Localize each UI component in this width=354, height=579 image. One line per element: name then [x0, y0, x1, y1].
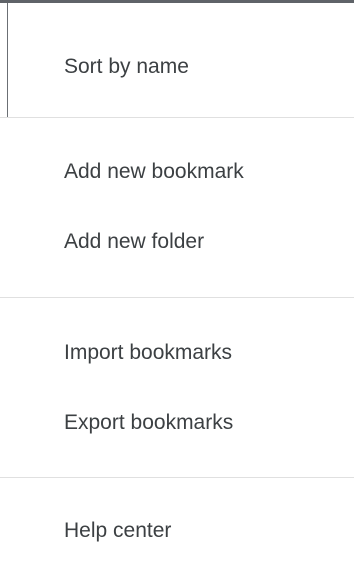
- menu-item-add-new-folder[interactable]: Add new folder: [64, 222, 204, 262]
- menu-divider: [0, 117, 354, 118]
- menu-item-sort-by-name[interactable]: Sort by name: [64, 47, 189, 87]
- menu-item-add-new-bookmark[interactable]: Add new bookmark: [64, 152, 244, 192]
- menu-divider: [0, 297, 354, 298]
- menu-item-help-center[interactable]: Help center: [64, 511, 171, 551]
- menu-item-export-bookmarks[interactable]: Export bookmarks: [64, 403, 233, 443]
- bookmarks-context-menu: Sort by name Add new bookmark Add new fo…: [0, 0, 354, 579]
- menu-divider: [0, 477, 354, 478]
- menu-item-import-bookmarks[interactable]: Import bookmarks: [64, 333, 232, 373]
